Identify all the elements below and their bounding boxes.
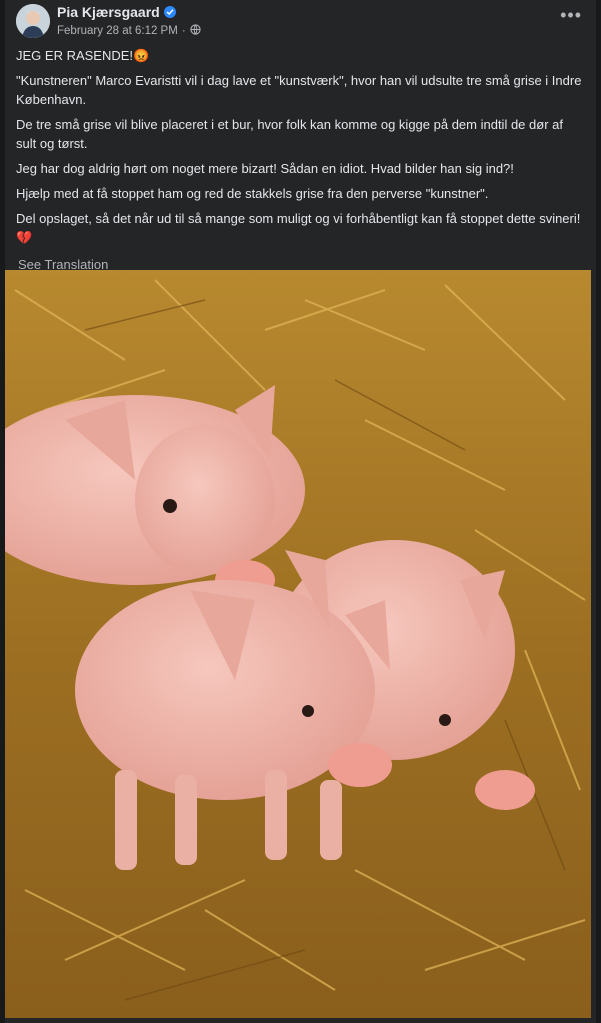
meta-separator: · bbox=[181, 25, 186, 37]
post-paragraph: "Kunstneren" Marco Evaristti vil i dag l… bbox=[16, 73, 582, 107]
piglets-image bbox=[5, 270, 591, 1018]
avatar[interactable] bbox=[16, 4, 50, 38]
post-paragraph: De tre små grise vil blive placeret i et… bbox=[16, 117, 563, 151]
post-header: Pia Kjærsgaard February 28 at 6:12 PM · … bbox=[5, 0, 596, 40]
author-name-text[interactable]: Pia Kjærsgaard bbox=[57, 4, 160, 20]
globe-icon bbox=[190, 24, 201, 38]
post-meta: February 28 at 6:12 PM · bbox=[57, 24, 201, 38]
post-paragraph: JEG ER RASENDE!😡 bbox=[16, 48, 150, 63]
post-text: JEG ER RASENDE!😡 "Kunstneren" Marco Evar… bbox=[5, 40, 596, 274]
post-paragraph: Jeg har dog aldrig hørt om noget mere bi… bbox=[16, 161, 514, 176]
post-photo[interactable] bbox=[5, 270, 591, 1018]
more-options-icon[interactable]: ••• bbox=[560, 6, 582, 24]
post-timestamp[interactable]: February 28 at 6:12 PM bbox=[57, 25, 178, 37]
post-card: Pia Kjærsgaard February 28 at 6:12 PM · … bbox=[5, 0, 596, 1023]
post-paragraph: Del opslaget, så det når ud til så mange… bbox=[16, 211, 581, 245]
verified-badge-icon bbox=[163, 6, 176, 18]
author-name[interactable]: Pia Kjærsgaard bbox=[57, 4, 176, 20]
post-paragraph: Hjælp med at få stoppet ham og red de st… bbox=[16, 186, 489, 201]
